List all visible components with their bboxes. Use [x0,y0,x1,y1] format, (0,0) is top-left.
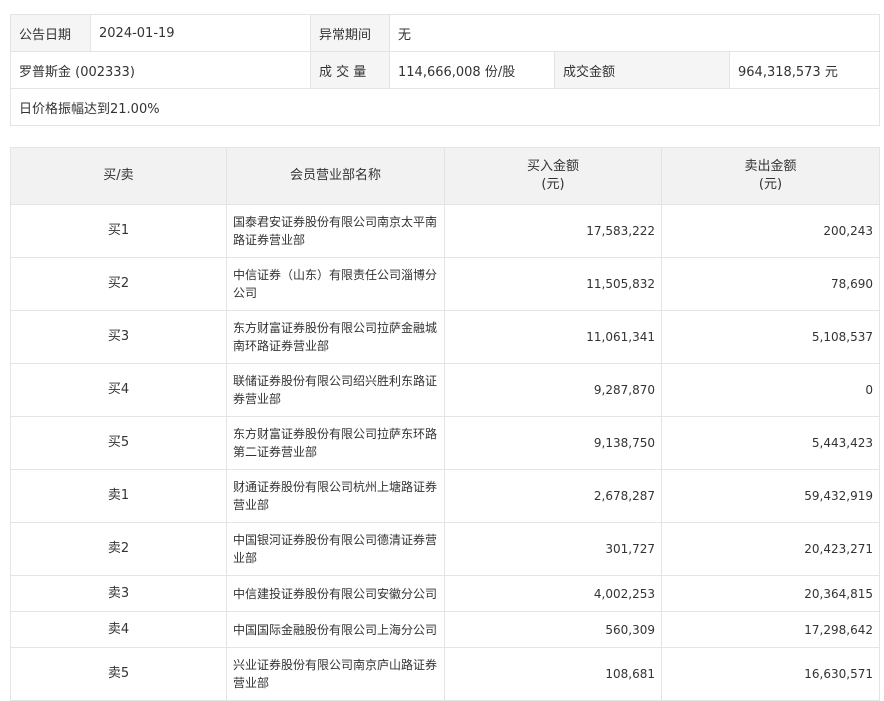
table-row: 买5 东方财富证券股份有限公司拉萨东环路第二证券营业部 9,138,750 5,… [10,416,880,470]
row-side: 卖4 [10,611,227,648]
row-buy: 9,287,870 [444,363,662,417]
row-side: 买5 [10,416,227,470]
header-buy-line1: 买入金额 [526,159,579,174]
amount-label: 成交金额 [554,51,730,89]
table-row: 卖2 中国银河证券股份有限公司德清证券营业部 301,727 20,423,27… [10,522,880,576]
table-row: 卖4 中国国际金融股份有限公司上海分公司 560,309 17,298,642 [10,611,880,648]
row-sell: 0 [661,363,880,417]
row-sell: 5,443,423 [661,416,880,470]
header-sell-line2: (元) [758,177,783,192]
table-header-row: 买/卖 会员营业部名称 买入金额 (元) 卖出金额 (元) [10,147,880,205]
row-name: 中国国际金融股份有限公司上海分公司 [226,611,445,648]
row-side: 买2 [10,257,227,311]
row-side: 卖1 [10,469,227,523]
amount-value: 964,318,573 元 [728,51,881,89]
header-buy: 买入金额 (元) [444,147,662,205]
row-buy: 4,002,253 [444,575,662,612]
row-sell: 78,690 [661,257,880,311]
row-side: 卖3 [10,575,227,612]
row-sell: 20,364,815 [661,575,880,612]
table-row: 卖3 中信建投证券股份有限公司安徽分公司 4,002,253 20,364,81… [10,575,880,612]
row-name: 中信证券（山东）有限责任公司淄博分公司 [226,257,445,311]
row-side: 卖2 [10,522,227,576]
row-name: 兴业证券股份有限公司南京庐山路证券营业部 [226,647,445,701]
table-row: 卖1 财通证券股份有限公司杭州上塘路证券营业部 2,678,287 59,432… [10,469,880,523]
table-row: 卖5 兴业证券股份有限公司南京庐山路证券营业部 108,681 16,630,5… [10,647,880,701]
row-sell: 17,298,642 [661,611,880,648]
header-buy-line2: (元) [541,177,565,192]
volume-value: 114,666,008 份/股 [389,51,555,89]
row-side: 买4 [10,363,227,417]
abnormal-label: 异常期间 [310,14,390,52]
header-side: 买/卖 [10,147,227,205]
row-name: 中国银河证券股份有限公司德清证券营业部 [226,522,445,576]
row-buy: 11,061,341 [444,310,662,364]
row-sell: 200,243 [661,204,880,258]
header-sell-line1: 卖出金额 [744,159,797,174]
reason-text: 日价格振幅达到21.00% [9,88,881,126]
row-buy: 9,138,750 [444,416,662,470]
header-sell: 卖出金额 (元) [661,147,880,205]
row-name: 中信建投证券股份有限公司安徽分公司 [226,575,445,612]
table-row: 买3 东方财富证券股份有限公司拉萨金融城南环路证券营业部 11,061,341 … [10,310,880,364]
summary-table: 公告日期 2024-01-19 异常期间 无 罗普斯金 (002333) 成 交… [9,14,881,126]
row-buy: 17,583,222 [444,204,662,258]
table-row: 买2 中信证券（山东）有限责任公司淄博分公司 11,505,832 78,690 [10,257,880,311]
table-row: 买4 联储证券股份有限公司绍兴胜利东路证券营业部 9,287,870 0 [10,363,880,417]
row-side: 买1 [10,204,227,258]
row-sell: 20,423,271 [661,522,880,576]
row-sell: 5,108,537 [661,310,880,364]
row-side: 买3 [10,310,227,364]
row-name: 东方财富证券股份有限公司拉萨金融城南环路证券营业部 [226,310,445,364]
volume-label: 成 交 量 [310,51,390,89]
table-row: 买1 国泰君安证券股份有限公司南京太平南路证券营业部 17,583,222 20… [10,204,880,258]
row-buy: 301,727 [444,522,662,576]
row-buy: 2,678,287 [444,469,662,523]
row-name: 国泰君安证券股份有限公司南京太平南路证券营业部 [226,204,445,258]
row-buy: 11,505,832 [444,257,662,311]
row-side: 卖5 [10,647,227,701]
row-buy: 560,309 [444,611,662,648]
header-name: 会员营业部名称 [226,147,445,205]
row-name: 财通证券股份有限公司杭州上塘路证券营业部 [226,469,445,523]
row-sell: 59,432,919 [661,469,880,523]
trading-table: 买/卖 会员营业部名称 买入金额 (元) 卖出金额 (元) 买1 国泰君安证券股… [10,147,880,701]
date-value: 2024-01-19 [90,14,311,52]
row-sell: 16,630,571 [661,647,880,701]
abnormal-value: 无 [388,14,881,52]
stock-name: 罗普斯金 (002333) [10,51,311,89]
date-label: 公告日期 [10,14,91,52]
row-name: 东方财富证券股份有限公司拉萨东环路第二证券营业部 [226,416,445,470]
row-name: 联储证券股份有限公司绍兴胜利东路证券营业部 [226,363,445,417]
row-buy: 108,681 [444,647,662,701]
